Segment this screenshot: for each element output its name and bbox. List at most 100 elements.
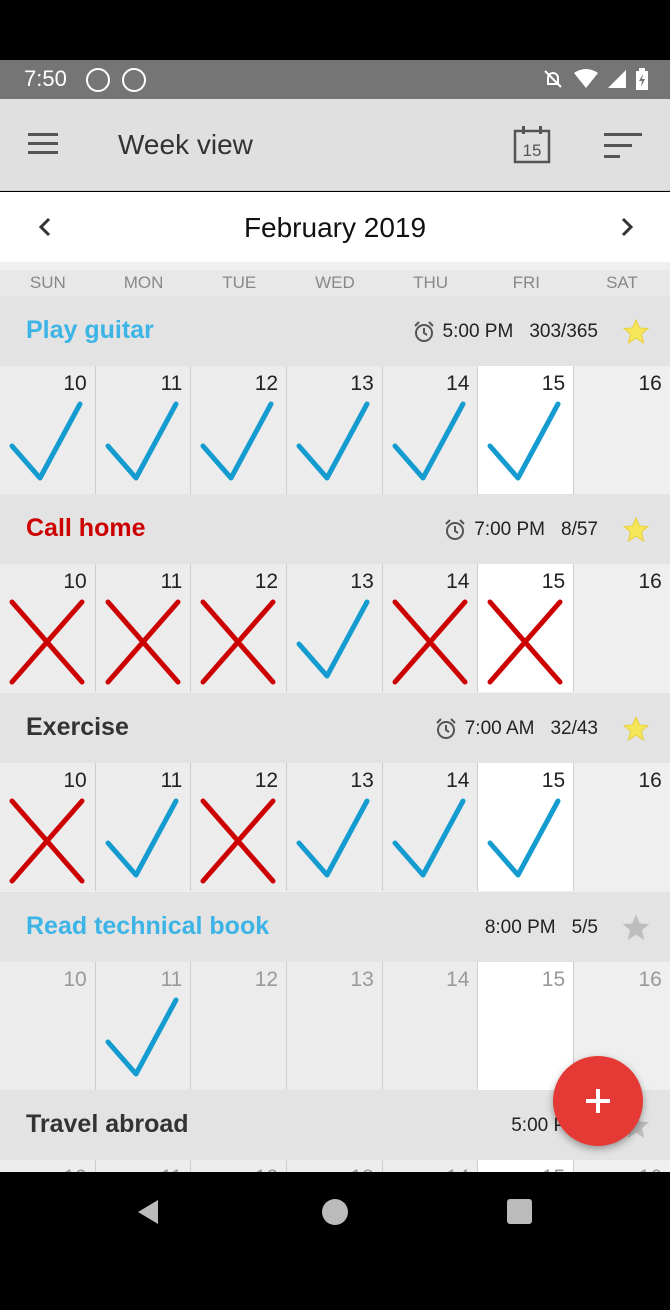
day-cell[interactable]: 15 (478, 962, 575, 1090)
star-icon[interactable] (622, 516, 650, 544)
status-bar: 7:50 (0, 60, 670, 99)
sort-icon[interactable] (602, 131, 644, 161)
habit-meta: 7:00 AM 32/43 (435, 715, 650, 743)
habit-name: Read technical book (26, 912, 270, 940)
check-icon (296, 798, 370, 878)
day-number: 10 (63, 372, 87, 395)
day-cell[interactable]: 11 (95, 763, 192, 891)
signal-icon (608, 70, 626, 88)
habit-count: 32/43 (550, 718, 598, 739)
day-cell[interactable]: 11 (95, 962, 192, 1090)
day-number: 12 (254, 769, 279, 792)
day-cell[interactable]: 10 (0, 366, 96, 494)
habit-header[interactable]: Exercise 7:00 AM 32/43 (0, 693, 670, 763)
day-cell[interactable]: 16 (574, 1160, 670, 1172)
battery-icon (636, 68, 648, 90)
check-icon (392, 401, 466, 481)
day-number: 11 (160, 968, 183, 991)
wifi-icon (574, 69, 598, 88)
day-number: 12 (254, 372, 279, 395)
day-cell[interactable]: 16 (574, 366, 670, 494)
day-cell[interactable]: 13 (287, 564, 383, 692)
day-cell[interactable]: 13 (287, 1160, 383, 1172)
calendar-day-label: 15 (523, 141, 542, 160)
star-icon[interactable] (622, 318, 650, 346)
chevron-right-icon[interactable] (612, 212, 642, 242)
day-cell[interactable]: 12 (191, 1160, 288, 1172)
habit-block: Read technical book 8:00 PM 5/5 10 11 12 13 14 1… (0, 892, 670, 1090)
weekday-label: THU (413, 273, 449, 292)
day-cell[interactable]: 13 (287, 366, 383, 494)
day-cell[interactable]: 10 (0, 763, 96, 891)
day-cell[interactable]: 14 (382, 1160, 479, 1172)
app-notification-icon (86, 68, 110, 92)
day-cell[interactable]: 12 (191, 564, 288, 692)
star-icon[interactable] (622, 715, 650, 743)
habit-header[interactable]: Call home 7:00 PM 8/57 (0, 494, 670, 564)
day-cell[interactable]: 11 (95, 366, 192, 494)
habit-block: Call home 7:00 PM 8/57 10 11 12 13 14 15 16 (0, 494, 670, 692)
calendar-icon[interactable]: 15 (512, 125, 552, 165)
add-habit-button[interactable] (553, 1056, 643, 1146)
habit-header[interactable]: Play guitar 5:00 PM 303/365 (0, 296, 670, 366)
day-cell[interactable]: 12 (191, 763, 288, 891)
day-cell[interactable]: 10 (0, 564, 96, 692)
day-cell[interactable]: 15 (478, 763, 575, 891)
cross-icon (9, 798, 85, 884)
day-number: 10 (63, 570, 87, 593)
day-cell[interactable]: 15 (478, 1160, 575, 1172)
day-cell[interactable]: 11 (95, 1160, 192, 1172)
habit-time: 7:00 PM (474, 519, 546, 540)
habit-count: 303/365 (529, 321, 598, 342)
day-cell[interactable]: 11 (95, 564, 192, 692)
day-cell[interactable]: 13 (287, 962, 383, 1090)
day-cell[interactable]: 12 (191, 962, 288, 1090)
day-cell[interactable]: 15 (478, 366, 575, 494)
back-icon[interactable] (134, 1198, 162, 1226)
day-cell[interactable]: 14 (382, 763, 479, 891)
habit-name: Play guitar (26, 316, 154, 344)
day-cell[interactable]: 14 (382, 366, 479, 494)
habit-days-row: 10 11 12 13 14 15 16 (0, 564, 670, 692)
check-icon (296, 599, 370, 679)
check-icon (296, 401, 370, 481)
cross-icon (487, 599, 563, 685)
month-navigation: February 2019 (0, 192, 670, 262)
weekday-label: MON (123, 273, 164, 292)
habit-header[interactable]: Read technical book 8:00 PM 5/5 (0, 892, 670, 962)
day-number: 13 (350, 769, 374, 792)
status-time: 7:50 (24, 66, 67, 91)
recents-icon[interactable] (507, 1199, 532, 1224)
day-cell[interactable]: 14 (382, 962, 479, 1090)
cross-icon (105, 599, 181, 685)
habit-days-row: 10 11 12 13 14 15 16 (0, 763, 670, 891)
menu-icon[interactable] (26, 129, 60, 159)
day-cell[interactable]: 14 (382, 564, 479, 692)
day-number: 10 (63, 769, 87, 792)
week-content[interactable]: SUN MON TUE WED THU FRI SAT Play guitar 5… (0, 262, 670, 1172)
weekday-label: TUE (222, 273, 257, 292)
weekday-header: SUN MON TUE WED THU FRI SAT (0, 270, 670, 296)
weekday-label: SAT (606, 273, 638, 292)
star-icon[interactable] (622, 914, 650, 942)
home-icon[interactable] (322, 1199, 348, 1225)
day-cell[interactable]: 10 (0, 962, 96, 1090)
day-number: 13 (350, 372, 374, 395)
day-cell[interactable]: 12 (191, 366, 288, 494)
day-cell[interactable]: 15 (478, 564, 575, 692)
plus-icon (586, 1089, 610, 1113)
habit-time: 8:00 PM (484, 917, 556, 938)
day-cell[interactable]: 13 (287, 763, 383, 891)
day-number: 16 (638, 372, 662, 395)
system-nav-bar (0, 1172, 670, 1252)
check-icon (200, 401, 274, 481)
day-cell[interactable]: 10 (0, 1160, 96, 1172)
day-number: 13 (350, 968, 374, 991)
cross-icon (200, 798, 276, 884)
cross-icon (200, 599, 276, 685)
habit-block: Play guitar 5:00 PM 303/365 10 11 12 13 14 15 16 (0, 296, 670, 494)
day-cell[interactable]: 16 (574, 763, 670, 891)
day-number: 16 (638, 968, 662, 991)
check-icon (487, 401, 561, 481)
day-cell[interactable]: 16 (574, 564, 670, 692)
